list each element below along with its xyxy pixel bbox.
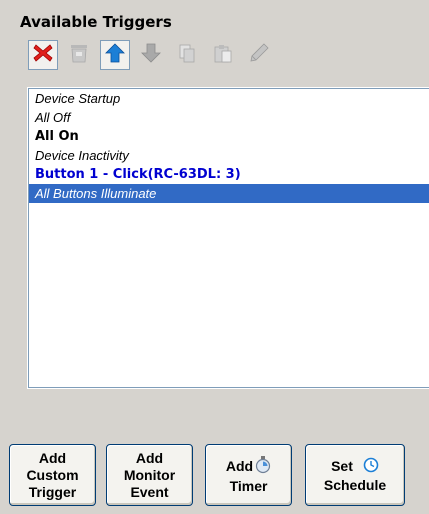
copy-button[interactable] <box>172 40 202 70</box>
clock-icon <box>363 457 379 477</box>
button-label-line: Custom <box>26 466 79 483</box>
button-label-row: Add <box>225 455 271 478</box>
button-label-line: Set <box>331 458 353 474</box>
stopwatch-icon <box>255 455 271 478</box>
button-label-line: Add <box>135 449 164 466</box>
list-item[interactable]: All On <box>29 127 429 146</box>
triggers-panel: Available Triggers Device Startup All Of… <box>0 0 429 514</box>
list-item[interactable]: Device Inactivity <box>29 146 429 165</box>
add-custom-trigger-button[interactable]: Add Custom Trigger <box>9 444 96 506</box>
list-item[interactable]: All Off <box>29 108 429 127</box>
paste-icon <box>212 42 234 68</box>
list-item[interactable]: Button 1 - Click(RC-63DL: 3) <box>29 165 429 184</box>
arrow-down-icon <box>140 42 162 68</box>
button-label-line: Event <box>130 483 169 500</box>
delete-button[interactable] <box>28 40 58 70</box>
add-monitor-event-button[interactable]: Add Monitor Event <box>106 444 193 506</box>
button-label-line: Monitor <box>123 466 176 483</box>
button-label-line: Schedule <box>323 476 387 493</box>
add-timer-button[interactable]: Add Timer <box>205 444 292 506</box>
set-schedule-button[interactable]: Set Schedule <box>305 444 405 506</box>
copy-icon <box>176 42 198 68</box>
arrow-up-icon <box>104 42 126 68</box>
button-label-row: Set <box>331 457 379 477</box>
trash-icon <box>68 42 90 68</box>
delete-icon <box>32 42 54 68</box>
paste-button[interactable] <box>208 40 238 70</box>
move-up-button[interactable] <box>100 40 130 70</box>
pencil-icon <box>248 42 270 68</box>
panel-title: Available Triggers <box>20 13 172 31</box>
trigger-list[interactable]: Device Startup All Off All On Device Ina… <box>27 87 429 389</box>
list-item-selected[interactable]: All Buttons Illuminate <box>29 184 429 203</box>
trigger-toolbar <box>28 40 274 76</box>
list-item[interactable]: Device Startup <box>29 89 429 108</box>
button-label-line: Trigger <box>28 483 77 500</box>
button-label-line: Add <box>38 449 67 466</box>
button-label-line: Timer <box>229 477 268 494</box>
move-down-button[interactable] <box>136 40 166 70</box>
button-label-line: Add <box>225 458 254 474</box>
edit-button[interactable] <box>244 40 274 70</box>
trash-button[interactable] <box>64 40 94 70</box>
